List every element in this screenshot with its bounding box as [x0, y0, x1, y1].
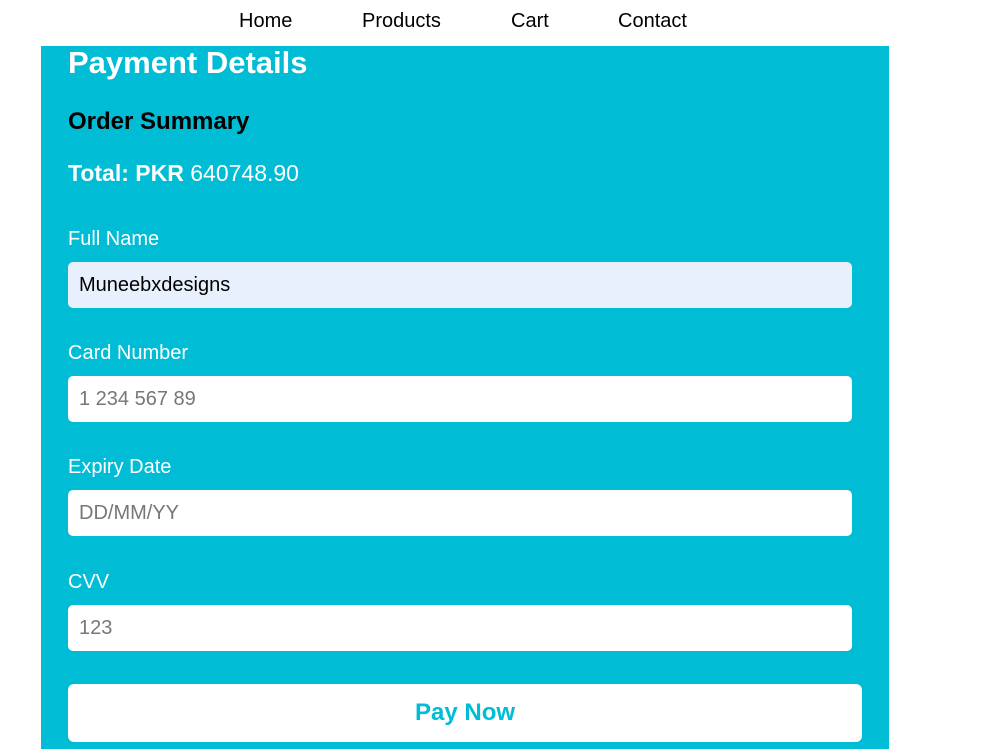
- pay-now-button[interactable]: Pay Now: [68, 684, 862, 742]
- full-name-input[interactable]: [68, 262, 852, 308]
- expiry-date-label: Expiry Date: [68, 456, 172, 478]
- cvv-label: CVV: [68, 571, 110, 593]
- nav-link-home[interactable]: Home: [239, 10, 292, 33]
- nav-link-contact[interactable]: Contact: [618, 10, 687, 33]
- card-number-label: Card Number: [68, 342, 189, 364]
- nav-link-products[interactable]: Products: [362, 10, 441, 33]
- order-total: Total: PKR 640748.90: [68, 159, 299, 187]
- full-name-label: Full Name: [68, 228, 160, 250]
- card-number-input[interactable]: [68, 376, 852, 422]
- total-label: Total: PKR: [68, 160, 184, 186]
- page-title: Payment Details: [68, 45, 308, 80]
- nav-link-cart[interactable]: Cart: [511, 10, 549, 33]
- cvv-input[interactable]: [68, 605, 852, 651]
- order-summary-heading: Order Summary: [68, 108, 250, 135]
- payment-panel: Payment Details Order Summary Total: PKR…: [41, 46, 889, 749]
- expiry-date-input[interactable]: [68, 490, 852, 536]
- top-nav: Home Products Cart Contact: [0, 0, 1000, 44]
- total-amount: 640748.90: [190, 160, 299, 186]
